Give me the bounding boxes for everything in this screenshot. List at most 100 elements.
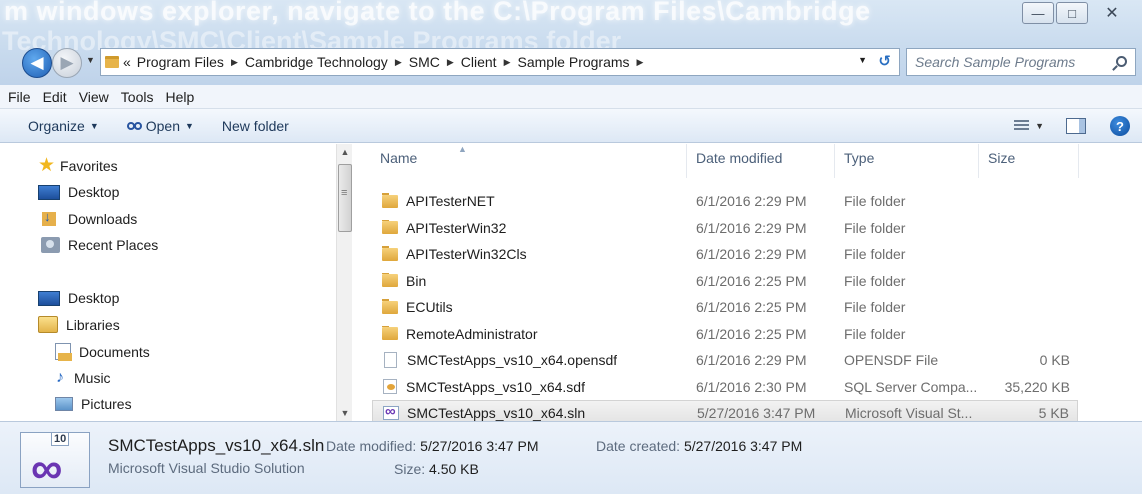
nav-label: Music — [74, 370, 111, 386]
nav-favorites[interactable]: ★ Favorites — [38, 156, 118, 175]
file-name-cell: APITesterWin32Cls — [382, 246, 527, 262]
column-header-type[interactable]: Type — [844, 150, 874, 166]
change-view-icon[interactable] — [1014, 120, 1030, 132]
menu-bar: File Edit View Tools Help — [0, 85, 1142, 109]
file-name-cell: APITesterNET — [382, 193, 495, 209]
new-folder-button[interactable]: New folder — [222, 118, 289, 134]
file-date-modified: 6/1/2016 2:29 PM — [696, 246, 807, 262]
breadcrumb-separator-icon[interactable]: ▶ — [395, 57, 402, 68]
date-modified-label: Date modified: — [326, 438, 417, 454]
scroll-up-arrow-icon[interactable]: ▲ — [337, 144, 353, 160]
downloads-icon — [42, 209, 56, 226]
file-row[interactable]: APITesterWin32Cls 6/1/2016 2:29 PM File fo… — [372, 241, 1078, 267]
column-divider[interactable] — [686, 144, 687, 178]
column-label: Size — [988, 150, 1016, 166]
minimize-button[interactable]: — — [1022, 2, 1054, 24]
nav-desktop[interactable]: Desktop — [38, 290, 119, 306]
folder-icon — [105, 56, 119, 68]
music-icon: ♪ — [56, 369, 64, 386]
breadcrumb-separator-icon[interactable]: ▶ — [447, 57, 454, 68]
help-icon[interactable]: ? — [1110, 116, 1130, 136]
folder-icon — [382, 325, 398, 340]
breadcrumb-sample-programs[interactable]: Sample Programs — [518, 54, 630, 70]
breadcrumb-program-files[interactable]: Program Files — [137, 54, 224, 70]
details-date-created: Date created: 5/27/2016 3:47 PM — [596, 438, 802, 454]
menu-tools[interactable]: Tools — [121, 89, 154, 105]
back-button[interactable]: ◀ — [22, 48, 52, 78]
folder-icon — [382, 193, 398, 208]
address-bar[interactable]: « Program Files ▶ Cambridge Technology ▶… — [100, 48, 900, 76]
column-header-size[interactable]: Size — [988, 150, 1015, 166]
nav-label: Recent Places — [68, 237, 159, 253]
date-modified-value: 5/27/2016 3:47 PM — [420, 438, 539, 454]
breadcrumb-separator-icon[interactable]: ▶ — [504, 57, 511, 68]
column-label: Type — [844, 150, 875, 166]
address-row: ◀ ▶ ▼ « Program Files ▶ Cambridge Techno… — [0, 46, 1142, 78]
file-row[interactable]: APITesterNET 6/1/2016 2:29 PM File folder — [372, 188, 1078, 214]
nav-music[interactable]: ♪ Music — [52, 369, 111, 387]
nav-documents[interactable]: Documents — [52, 343, 150, 361]
breadcrumb-separator-icon[interactable]: ▶ — [231, 57, 238, 68]
sln-icon — [383, 405, 399, 420]
navigation-pane: ★ Favorites Desktop Downloads Recent Pla… — [0, 144, 352, 421]
details-pane: 10 ∞ SMCTestApps_vs10_x64.sln Microsoft … — [0, 421, 1142, 494]
maximize-button[interactable]: □ — [1056, 2, 1088, 24]
close-button[interactable]: ✕ — [1090, 2, 1134, 24]
file-type: OPENSDF File — [844, 352, 939, 368]
file-date-modified: 6/1/2016 2:25 PM — [696, 299, 807, 315]
column-header-name[interactable]: Name — [380, 150, 417, 166]
menu-view[interactable]: View — [79, 89, 109, 105]
nav-libraries[interactable]: Libraries — [38, 316, 120, 333]
nav-fav-recent-places[interactable]: Recent Places — [38, 237, 158, 253]
file-row[interactable]: Bin 6/1/2016 2:25 PM File folder — [372, 268, 1078, 294]
file-date-modified: 5/27/2016 3:47 PM — [697, 405, 816, 421]
file-name: SMCTestApps_vs10_x64.opensdf — [407, 352, 618, 368]
breadcrumb-cambridge-technology[interactable]: Cambridge Technology — [245, 54, 388, 70]
file-row[interactable]: SMCTestApps_vs10_x64.opensdf 6/1/2016 2:2… — [372, 347, 1078, 373]
search-input[interactable]: Search Sample Programs — [906, 48, 1136, 76]
forward-button[interactable]: ▶ — [52, 48, 82, 78]
file-name-cell: APITesterWin32 — [382, 219, 507, 236]
menu-help[interactable]: Help — [165, 89, 194, 105]
command-bar: Organize ▼ Open ▼ New folder ▼ ? — [0, 109, 1142, 143]
breadcrumb-smc[interactable]: SMC — [409, 54, 440, 70]
file-row[interactable]: APITesterWin32 6/1/2016 2:29 PM File folde… — [372, 215, 1078, 241]
organize-button[interactable]: Organize ▼ — [28, 118, 99, 134]
window-controls: — □ ✕ — [1020, 2, 1134, 24]
address-dropdown-icon[interactable]: ▼ — [858, 55, 867, 65]
recent-pages-dropdown[interactable]: ▼ — [86, 55, 95, 65]
file-name: SMCTestApps_vs10_x64.sdf — [406, 378, 585, 395]
nav-fav-downloads[interactable]: Downloads — [38, 209, 137, 227]
refresh-icon[interactable]: ↺ — [878, 52, 891, 70]
nav-fav-desktop[interactable]: Desktop — [38, 184, 119, 200]
file-row[interactable]: SMCTestApps_vs10_x64.sdf 6/1/2016 2:30 PM… — [372, 374, 1078, 400]
breadcrumb-overflow[interactable]: « — [123, 54, 131, 70]
column-divider[interactable] — [978, 144, 979, 178]
breadcrumb-separator-icon[interactable]: ▶ — [637, 57, 644, 68]
breadcrumb-client[interactable]: Client — [461, 54, 497, 70]
nav-scrollbar[interactable]: ▲ ▼ — [336, 144, 352, 421]
file-size: 5 KB — [1038, 405, 1069, 421]
column-divider[interactable] — [1078, 144, 1079, 178]
search-icon[interactable] — [1116, 56, 1127, 67]
open-button[interactable]: Open ▼ — [126, 118, 194, 134]
view-options-dropdown[interactable]: ▼ — [1035, 121, 1044, 131]
file-name-cell: SMCTestApps_vs10_x64.sln — [383, 405, 585, 421]
nav-pictures[interactable]: Pictures — [52, 396, 132, 412]
menu-edit[interactable]: Edit — [43, 89, 67, 105]
menu-file[interactable]: File — [8, 89, 31, 105]
scroll-down-arrow-icon[interactable]: ▼ — [337, 405, 353, 421]
file-date-modified: 6/1/2016 2:29 PM — [696, 219, 807, 236]
file-size: 35,220 KB — [1004, 378, 1070, 395]
file-name: APITesterWin32 — [406, 219, 507, 236]
nav-label: Pictures — [81, 396, 132, 412]
file-row[interactable]: RemoteAdministrator 6/1/2016 2:25 PM File … — [372, 321, 1078, 347]
preview-pane-icon[interactable] — [1066, 118, 1086, 134]
column-divider[interactable] — [834, 144, 835, 178]
file-row[interactable]: ECUtils 6/1/2016 2:25 PM File folder — [372, 294, 1078, 320]
scroll-thumb[interactable] — [338, 164, 352, 232]
column-label: Name — [380, 150, 418, 166]
file-type: File folder — [844, 193, 906, 209]
column-header-date-modified[interactable]: Date modified — [696, 150, 782, 166]
file-icon — [384, 352, 397, 368]
